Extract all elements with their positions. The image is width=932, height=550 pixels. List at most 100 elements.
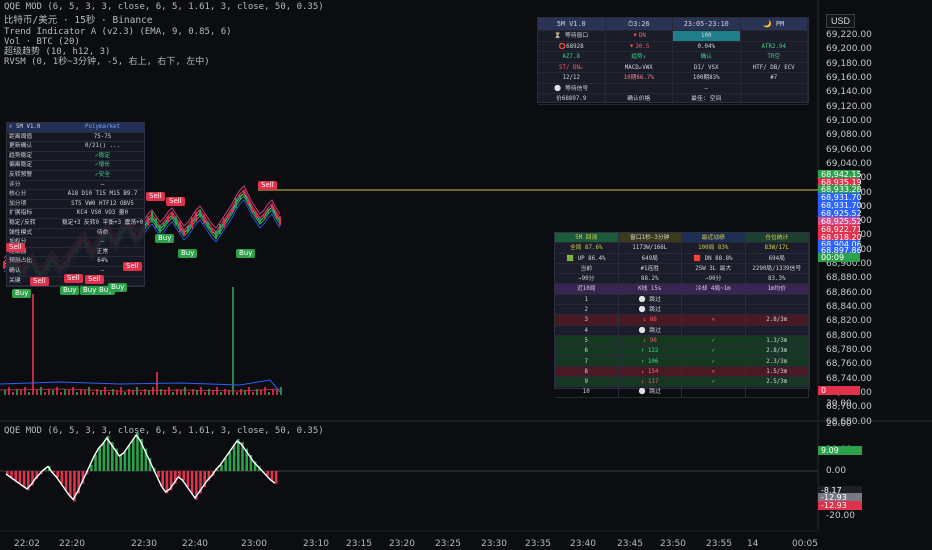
- table-row: 近10局 K线 15s 冷却 4局~1m 1m均价: [555, 284, 809, 295]
- price-axis-label: 68,820.00: [826, 316, 872, 327]
- sell-signal-label[interactable]: Sell: [123, 262, 142, 271]
- time-axis-label: 23:55: [706, 539, 732, 549]
- table-cell: 窗口1秒-3分钟: [618, 233, 682, 243]
- table-cell: [682, 305, 746, 315]
- buy-signal-label[interactable]: Buy: [178, 249, 198, 258]
- table-cell: 10: [555, 387, 619, 397]
- table-cell: 最佳: 空间: [673, 94, 741, 104]
- table-cell: ⚪ 等待信号: [538, 83, 606, 93]
- table-cell: ATR2.94: [741, 41, 808, 51]
- table-cell: 75-75: [93, 133, 112, 140]
- sell-signal-label[interactable]: Sell: [258, 181, 277, 190]
- table-cell: ⚪ 跳过: [619, 325, 682, 335]
- table-row: 趋势稳定 ✓稳定: [7, 152, 144, 162]
- sell-signal-label[interactable]: Sell: [64, 274, 83, 283]
- osc-axis-label: -20.00: [826, 511, 856, 521]
- symbol-header[interactable]: 比特币/美元 · 15秒 · Binance: [4, 15, 153, 26]
- buy-signal-label[interactable]: Buy: [108, 283, 128, 292]
- table-row: 更新确认 0/21() ...: [7, 142, 144, 152]
- price-axis-label: 69,080.00: [826, 130, 872, 141]
- table-cell: 当前: [555, 263, 619, 274]
- table-cell: 2.8/3m: [745, 315, 809, 325]
- table-row: 5 ↓ 90 ✓ 1.3/3m: [555, 335, 809, 347]
- table-cell: —: [100, 181, 105, 188]
- table-cell: [682, 294, 746, 305]
- indicator-qqe-header[interactable]: QQE MOD (6, 5, 3, 3, close, 6, 5, 1.61, …: [4, 2, 324, 12]
- table-cell: ↓ 154: [618, 366, 682, 377]
- table-cell: ⚡ 5M V1.0: [9, 124, 41, 130]
- time-axis-label: 23:30: [481, 539, 507, 549]
- table-row: 核心分 A18 D10 T15 M15 B9.7: [7, 190, 144, 200]
- time-axis-label: 00:05: [792, 539, 818, 549]
- buy-signal-label[interactable]: Buy: [236, 249, 256, 258]
- table-row: 7 ↑ 106 ✓ 2.3/3m: [555, 356, 809, 367]
- table-cell: 🔻30.5: [606, 41, 673, 51]
- price-axis-label: 69,040.00: [826, 158, 872, 169]
- table-cell: ✓安全: [94, 171, 111, 178]
- sell-signal-label[interactable]: Sell: [146, 192, 165, 201]
- sell-signal-label[interactable]: Sell: [6, 243, 25, 252]
- trading-chart-window: QQE MOD (6, 5, 3, 3, close, 6, 5, 1.61, …: [0, 0, 932, 550]
- osc-axis-label: 30.00: [826, 399, 852, 409]
- table-cell: ⚪ 跳过: [619, 294, 682, 305]
- table-row: 过滤器正常: [7, 248, 144, 258]
- table-row: 全局 87.6% 1173W/166L 100局 83% 83W/17L: [555, 243, 809, 254]
- price-axis-label: 68,880.00: [826, 273, 872, 284]
- table-cell: 仓位统计: [745, 233, 809, 243]
- table-cell: ↓ 86: [618, 315, 682, 325]
- table-cell: ↓ 90: [618, 335, 682, 346]
- table-cell: →90分: [682, 274, 746, 284]
- table-cell: 🟥 DN 88.8%: [682, 253, 746, 263]
- table-cell: 距离阈值: [9, 133, 33, 140]
- table-row: ST/ DN↙ MACD↙VWX DI/ VSX HTF/ DB/ ECV: [538, 62, 808, 73]
- table-cell: 5M 回测: [555, 233, 619, 243]
- table-row: 当前 #1连胜 25W 3L 最大 2290局/1339信号: [555, 263, 809, 275]
- price-axis-label: 68,760.00: [826, 359, 872, 370]
- time-axis-label: 23:35: [525, 539, 551, 549]
- indicator-volume-header[interactable]: Vol · BTC (20): [4, 37, 80, 47]
- table-row: 反转预警 ✓安全: [7, 171, 144, 181]
- sell-signal-label[interactable]: Sell: [166, 197, 185, 206]
- table-cell: ✓: [682, 356, 746, 366]
- table-cell: 100期83%: [673, 73, 741, 83]
- table-row: 5M V1.0 ⏱3:26 23:05-23:10 🌙 PM: [538, 18, 808, 31]
- table-row: 稳定/反转 稳定+3 反转0 平衡+3 震荡+0: [7, 219, 144, 229]
- table-cell: 5M V1.0: [538, 18, 606, 30]
- table-cell: Polymarket: [85, 124, 120, 130]
- table-cell: 1.5/3m: [745, 366, 809, 377]
- table-cell: 0/21() ...: [85, 143, 120, 150]
- table-cell: [741, 83, 808, 93]
- table-cell: ✕: [682, 315, 746, 325]
- table-cell: ⏳ 等待窗口: [538, 31, 606, 41]
- oscillator-header[interactable]: QQE MOD (6, 5, 3, 3, close, 6, 5, 1.61, …: [4, 426, 324, 436]
- indicator-trend-header[interactable]: Trend Indicator A (v2.3) (EMA, 9, 0.85, …: [4, 27, 232, 37]
- buy-signal-label[interactable]: Buy: [12, 289, 32, 298]
- table-cell: 🌙 PM: [740, 18, 808, 30]
- price-tag: 00:09: [818, 253, 860, 262]
- sell-signal-label[interactable]: Sell: [85, 275, 104, 284]
- table-cell: 弹性模式: [9, 229, 33, 236]
- table-row: 8 ↓ 154 ✕ 1.5/3m: [555, 366, 809, 378]
- sell-signal-label[interactable]: Sell: [30, 277, 49, 286]
- table-row: 12/12 10期66.7% 100期83% #7: [538, 73, 808, 84]
- table-cell: 88.2%: [619, 274, 682, 284]
- indicator-supertrend-header[interactable]: 超级趋势 (10, h12, 3): [4, 47, 110, 57]
- price-axis-label: 68,800.00: [826, 330, 872, 341]
- buy-signal-label[interactable]: Buy: [60, 286, 80, 295]
- table-cell: 反转预警: [9, 171, 33, 178]
- table-cell: 7: [555, 356, 619, 366]
- table-row: ⭕68928 🔻30.5 0.04% ATR2.94: [538, 41, 808, 52]
- table-row: 价68897.9 确认价格 最佳: 空间: [538, 94, 808, 105]
- table-cell: TR空: [741, 52, 808, 62]
- table-cell: 1: [555, 294, 619, 305]
- table-cell: ✓: [682, 346, 746, 356]
- table-cell: 5: [555, 335, 619, 346]
- table-cell: ⭕68928: [538, 41, 606, 51]
- table-cell: 稳定+3 反转0 平衡+3 震荡+0: [61, 219, 144, 226]
- table-cell: 预测占比: [9, 258, 33, 265]
- indicator-rvsm-header[interactable]: RVSM (0, 1秒~3分钟, -5, 右上, 右下, 左中): [4, 57, 210, 67]
- currency-button[interactable]: USD: [826, 14, 856, 28]
- buy-signal-label[interactable]: Buy: [155, 234, 175, 243]
- table-cell: 23:05-23:10: [673, 18, 741, 30]
- table-cell: 0.04%: [673, 41, 741, 51]
